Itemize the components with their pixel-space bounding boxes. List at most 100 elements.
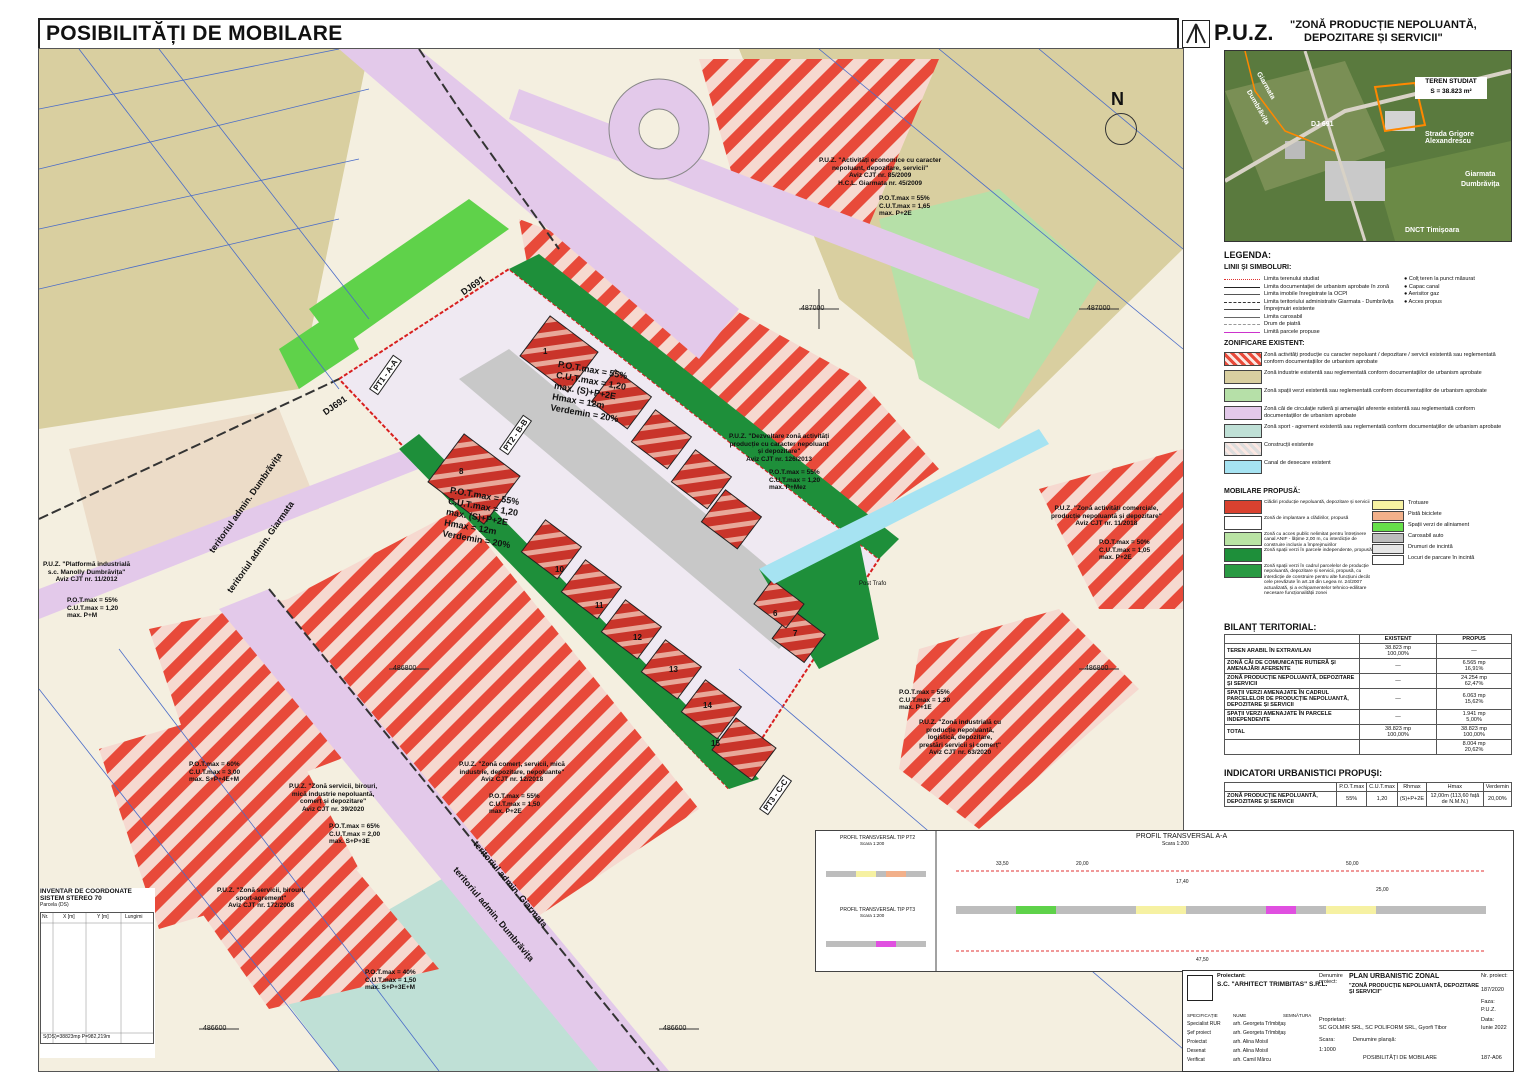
cartouche-role: Specialist RUR <box>1187 1021 1221 1027</box>
profile-dim: 20,00 <box>1076 861 1089 867</box>
label-puz-sport-2: sport-agrement" <box>235 894 287 902</box>
bilant-cell-existent: 38.823 mp 100,00% <box>1358 643 1438 659</box>
puz-subtitle-line-2: DEPOZITARE ȘI SERVICII" <box>1304 32 1443 44</box>
label-puz-left-indicators: P.O.T.max = 55% C.U.T.max = 1,20 max. P+… <box>67 597 118 620</box>
page-title: POSIBILITĂȚI DE MOBILARE <box>46 22 343 45</box>
label-puz-left-ind-2: C.U.T.max = 1,20 <box>67 604 119 612</box>
legend-line-item: Limită parcele propuse <box>1224 329 1504 336</box>
scara: 1:1000 <box>1319 1047 1336 1053</box>
cartouche-role-name: arh. Alina Moisil <box>1233 1048 1269 1054</box>
north-arrow: N <box>1111 89 1124 110</box>
legend-mobilare-label: Zonă spații verzi în cadrul parcelelor d… <box>1264 564 1370 597</box>
label-puz-center: P.U.Z. "Dezvoltare zonă activități produ… <box>729 433 829 463</box>
label-puz-nw-indicators: P.O.T.max = 55% C.U.T.max = 1,65 max. P+… <box>879 195 930 218</box>
bilant-cell-existent: — <box>1358 688 1438 710</box>
legend-line-swatch <box>1224 331 1260 333</box>
label-puz-right-3: Aviz CJT nr. 11/2018 <box>1075 520 1138 527</box>
lot-number: 12 <box>633 633 642 642</box>
profile-dim: 47,50 <box>1196 957 1209 963</box>
aerial-label: DNCT Timișoara <box>1405 227 1460 234</box>
label-puz-sport: P.U.Z. "Zonă servicii, birouri, sport-ag… <box>217 887 305 910</box>
lot-number: 6 <box>773 609 778 618</box>
label-coord-486800-b: 486800 <box>1085 665 1109 672</box>
legend-mobilare-label: Trotuare <box>1408 500 1429 506</box>
bilant-green-total-row: 8.004 mp 20,62% <box>1224 739 1512 755</box>
drawing-sheet: POSIBILITĂȚI DE MOBILARE P.U.Z. "ZONĂ PR… <box>0 0 1529 1080</box>
bilant-cell-propus: 38.823 mp 100,00% <box>1436 724 1512 740</box>
roundabout-island <box>638 108 680 150</box>
label-puz-nw-ind-2: C.U.T.max = 1,65 <box>879 202 931 210</box>
cartouche-role: Șef proiect <box>1187 1030 1211 1036</box>
label-puz-right-ind-1: P.O.T.max = 50% <box>1099 539 1150 546</box>
label-puz-se-2: producție nepoluantă, <box>926 726 994 734</box>
label-puz-center-1: P.U.Z. "Dezvoltare zonă activități <box>729 433 830 440</box>
legend-mobilare-swatch <box>1372 555 1404 565</box>
legend-line-swatch <box>1224 316 1260 318</box>
bilant-cell-existent: 38.823 mp 100,00% <box>1358 724 1438 740</box>
label-puz-right-ind-3: max. P+2E <box>1099 554 1132 561</box>
coord-subtitle: Parcela (DS) <box>40 902 69 908</box>
label-puz-low-left: P.U.Z. "Zonă servicii, birouri, mică ind… <box>289 783 377 813</box>
bilant-table: EXISTENT PROPUS TEREN ARABIL ÎN EXTRAVILAN… <box>1224 634 1512 755</box>
label-puz-sport-ind-3: max. S+P+3E+M <box>365 984 416 991</box>
legend-mobilare-swatch <box>1372 544 1404 554</box>
label-puz-right-indicators: P.O.T.max = 50% C.U.T.max = 1,05 max. P+… <box>1099 539 1150 562</box>
bilant-row: SPAȚII VERZI AMENAJATE ÎN CADRUL PARCELE… <box>1224 688 1512 710</box>
label-puz-se-3: logistică, depozitare, <box>927 734 993 741</box>
nr-proiect: 187/2020 <box>1481 987 1504 993</box>
bilant-row: TEREN ARABIL ÎN EXTRAVILAN 38.823 mp 100,0… <box>1224 643 1512 659</box>
legend-lines: Limita terenului studiat Limita documenta… <box>1224 276 1504 340</box>
legend-mobilare-swatch <box>1372 522 1404 532</box>
puz-abbr: P.U.Z. <box>1214 20 1274 45</box>
label-puz-left-1: P.U.Z. "Platformă industrială <box>43 561 131 568</box>
legend-zone-swatch <box>1224 352 1262 366</box>
legend-mobilare-title: MOBILARE PROPUSĂ: <box>1224 488 1301 495</box>
label-puz-se-1: P.U.Z. "Zonă industrială cu <box>919 719 1002 726</box>
bilant-cell-label: TOTAL <box>1224 724 1360 740</box>
label-coord-486800-a: 486800 <box>393 665 417 672</box>
aerial-label: Giarmata <box>1465 171 1496 178</box>
indicatori-row: ZONĂ PRODUCȚIE NEPOLUANTĂ, DEPOZITARE ȘI… <box>1223 791 1513 807</box>
legend-line-item: Limita documentației de urbanism aprobat… <box>1224 284 1504 291</box>
label-puz-mid-low-ind-3: max. P+2E <box>489 808 522 815</box>
label-puz-sport-1: P.U.Z. "Zonă servicii, birouri, <box>217 887 306 894</box>
indicatori-header: C.U.T.max <box>1366 782 1398 792</box>
label-puz-low-left-ind-2: C.U.T.max = 3,00 <box>189 768 241 776</box>
label-puz-sport-indicators: P.O.T.max = 40% C.U.T.max = 1,50 max. S+… <box>365 969 416 992</box>
legend-mobilare-swatch <box>1224 548 1262 562</box>
cross-section-profiles: PROFIL TRANSVERSAL TIP PT2 Scara 1:200 P… <box>815 830 1514 972</box>
legend-mobilare-swatch <box>1372 533 1404 543</box>
bilant-row: ZONĂ PRODUCȚIE NEPOLUANTĂ, DEPOZITARE ȘI… <box>1224 673 1512 689</box>
label-post-trafo: Post Trafo <box>859 581 887 587</box>
bilant-cell-propus: 1.941 mp 5,00% <box>1436 709 1512 725</box>
profile-pt3-scale: Scara 1:200 <box>860 913 885 918</box>
label-puz-center-2: producție cu caracter nepoluant <box>729 440 829 448</box>
profile-dim: 50,00 <box>1346 861 1359 867</box>
lot-number: 14 <box>703 701 712 710</box>
label-puz-mid-low-1: P.U.Z. "Zonă comerț, servicii, mică <box>459 761 565 768</box>
profile-aa-scale: Scara 1:200 <box>1162 841 1189 847</box>
data-label: Data: <box>1481 1017 1495 1023</box>
label-puz-left: P.U.Z. "Platformă industrială s.c. Manol… <box>43 561 130 584</box>
legend-mobilare-right: Trotuare Pistă biciclete Spații verzi de a… <box>1372 500 1512 590</box>
cartouche-role-name: arh. Georgeta Trîmbiţaş <box>1233 1021 1286 1027</box>
legend-line-item: Limita teritoriului administrativ Giarma… <box>1224 299 1504 306</box>
coord-table-body: Nr. X [m] Y [m] Lungimi S(DS)=38823mp P=… <box>40 912 154 1044</box>
cartouche-role: Verificat <box>1187 1057 1205 1063</box>
legend-line-label: Limită parcele propuse <box>1264 328 1320 335</box>
project-name: PLAN URBANISTIC ZONAL <box>1349 973 1440 980</box>
lot-number: 11 <box>595 601 604 610</box>
bilant-cell-label: SPAȚII VERZI AMENAJATE ÎN CADRUL PARCELE… <box>1224 688 1360 710</box>
indicatori-header: Rhmax <box>1396 782 1428 792</box>
legend-mobilare-label: Locuri de parcare în incintă <box>1408 555 1475 561</box>
indicatori-header-row: P.O.T.max C.U.T.max Rhmax Hmax Verdemin <box>1223 782 1513 792</box>
label-puz-nw-ind-1: P.O.T.max = 55% <box>879 195 930 202</box>
bilant-green-total: 8.004 mp 20,62% <box>1436 739 1512 755</box>
faza: P.U.Z. <box>1481 1007 1496 1013</box>
legend-mobilare-label: Zonă de implantare a clădirilor, propusă <box>1264 516 1349 521</box>
indicatori-row-label: ZONĂ PRODUCȚIE NEPOLUANTĂ, DEPOZITARE ȘI… <box>1223 791 1338 807</box>
legend-line-label: Limita imobile înregistrate la OCPI <box>1264 291 1348 297</box>
label-puz-right-ind-2: C.U.T.max = 1,05 <box>1099 546 1151 554</box>
label-puz-right-1: P.U.Z. "Zonă activități comerciale, <box>1054 505 1159 512</box>
legend-symbol-label: ● Colț teren la punct măsurat <box>1404 276 1475 282</box>
